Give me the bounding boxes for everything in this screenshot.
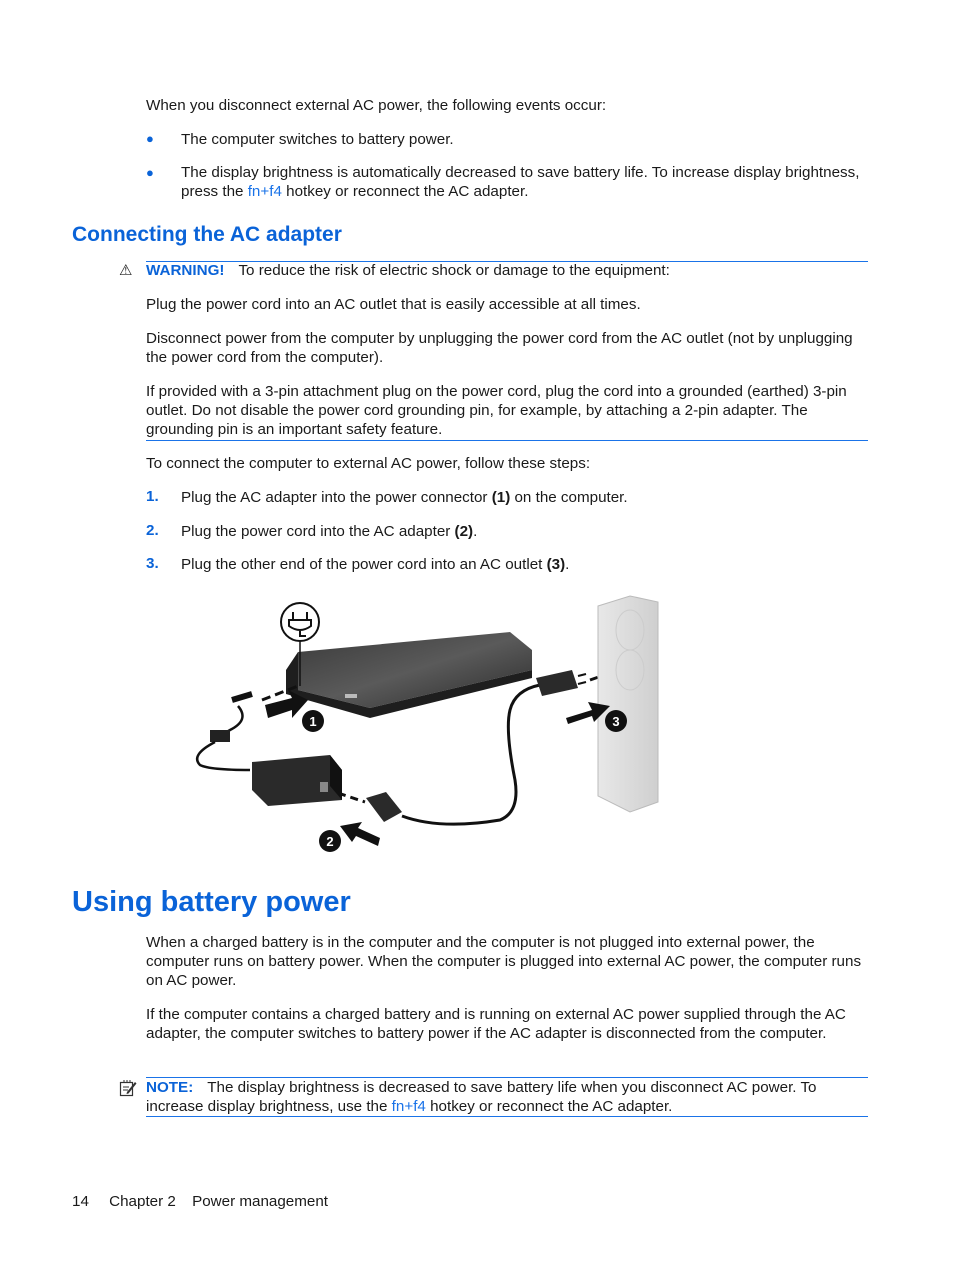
step-text: Plug the power cord into the AC adapter bbox=[181, 523, 455, 540]
section-heading-ac-adapter: Connecting the AC adapter bbox=[72, 223, 342, 246]
warning-triangle-icon: ⚠ bbox=[119, 262, 133, 279]
step-callout: (1) bbox=[491, 489, 511, 506]
page-number: 14 bbox=[72, 1193, 89, 1210]
note-text: NOTE: The display brightness is decreased… bbox=[146, 1078, 868, 1116]
step-text: on the computer. bbox=[510, 489, 628, 506]
battery-paragraph: When a charged battery is in the compute… bbox=[146, 934, 862, 989]
note-pencil-icon bbox=[119, 1080, 137, 1097]
ac-adapter-illustration: 1 2 3 bbox=[195, 595, 659, 852]
bullet-icon: ● bbox=[146, 131, 154, 146]
wall-outlet-image bbox=[597, 595, 659, 813]
bullet-icon: ● bbox=[146, 165, 154, 180]
step-callout: (2) bbox=[454, 523, 474, 540]
step-text: Plug the AC adapter into the power conne… bbox=[181, 489, 492, 506]
bullet-item: The computer switches to battery power. bbox=[181, 131, 454, 148]
warning-paragraph: If provided with a 3-pin attachment plug… bbox=[146, 383, 847, 438]
svg-text:2: 2 bbox=[326, 834, 333, 849]
warning-line: WARNING! To reduce the risk of electric s… bbox=[146, 261, 868, 280]
step-text: . bbox=[473, 523, 478, 540]
bullet-item: The display brightness is automatically … bbox=[181, 163, 871, 201]
warning-bottom-rule bbox=[146, 440, 868, 441]
step-item: Plug the other end of the power cord int… bbox=[181, 555, 871, 574]
arrow-icon bbox=[340, 822, 380, 846]
step-number: 2. bbox=[146, 522, 159, 539]
warning-paragraph: Disconnect power from the computer by un… bbox=[146, 330, 853, 366]
step-item: Plug the power cord into the AC adapter … bbox=[181, 522, 871, 541]
warning-paragraph: Plug the power cord into an AC outlet th… bbox=[146, 296, 641, 313]
warning-label: WARNING! bbox=[146, 262, 225, 279]
svg-text:1: 1 bbox=[309, 714, 316, 729]
page-footer: 14 Chapter 2 Power management bbox=[72, 1193, 344, 1210]
step-text: Plug the other end of the power cord int… bbox=[181, 556, 547, 573]
steps-intro: To connect the computer to external AC p… bbox=[146, 455, 591, 472]
section-heading-battery-power: Using battery power bbox=[72, 886, 351, 918]
step-number: 1. bbox=[146, 488, 159, 505]
svg-text:3: 3 bbox=[612, 714, 619, 729]
callout-1-badge: 1 bbox=[302, 710, 324, 732]
callout-3-badge: 3 bbox=[605, 710, 627, 732]
step-item: Plug the AC adapter into the power conne… bbox=[181, 488, 871, 507]
callout-2-badge: 2 bbox=[319, 830, 341, 852]
hotkey-link[interactable]: fn+f4 bbox=[248, 183, 282, 200]
warning-text: To reduce the risk of electric shock or … bbox=[238, 262, 670, 279]
chapter-label: Chapter 2 bbox=[109, 1193, 176, 1210]
chapter-title: Power management bbox=[192, 1193, 328, 1210]
step-number: 3. bbox=[146, 555, 159, 572]
step-callout: (3) bbox=[546, 556, 566, 573]
intro-text: When you disconnect external AC power, t… bbox=[146, 97, 607, 114]
hotkey-link[interactable]: fn+f4 bbox=[392, 1098, 426, 1115]
laptop-image bbox=[286, 632, 532, 718]
note-bottom-rule bbox=[146, 1116, 868, 1117]
battery-paragraph: If the computer contains a charged batte… bbox=[146, 1006, 846, 1042]
bullet-text: hotkey or reconnect the AC adapter. bbox=[281, 183, 529, 200]
note-body: hotkey or reconnect the AC adapter. bbox=[425, 1098, 673, 1115]
note-label: NOTE: bbox=[146, 1079, 194, 1096]
ac-adapter-brick-image bbox=[252, 755, 342, 806]
step-text: . bbox=[565, 556, 570, 573]
